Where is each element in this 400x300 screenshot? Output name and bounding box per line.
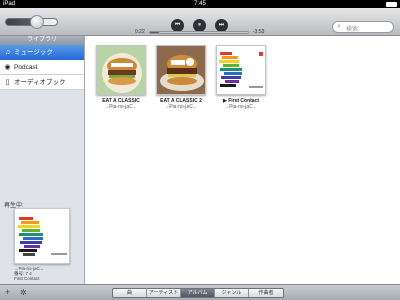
tab-genres[interactable]: ジャンル: [215, 289, 249, 297]
genius-icon: ✲: [20, 288, 27, 297]
elapsed-time: 0:22: [135, 29, 145, 35]
first-contact-cover-image: [217, 46, 265, 94]
track-progress: 0:22 -3:53: [135, 29, 265, 35]
sidebar-item-label: Podcast: [14, 64, 38, 71]
status-bar: iPad 7:45: [0, 0, 400, 8]
now-playing-artwork[interactable]: [14, 208, 70, 264]
battery-icon: [386, 2, 397, 7]
tab-artists[interactable]: アーティスト: [147, 289, 181, 297]
tab-songs[interactable]: 曲: [113, 289, 147, 297]
tab-composers[interactable]: 作曲者: [249, 289, 283, 297]
add-playlist-button[interactable]: +: [5, 287, 10, 298]
library-header: ライブラリ: [0, 36, 84, 45]
volume-slider[interactable]: [5, 15, 60, 29]
sidebar-item-music[interactable]: ♫ ミュージック: [0, 45, 84, 60]
scrubber-bar[interactable]: [149, 31, 249, 34]
bottom-toolbar: + ✲ 曲 アーティスト アルバム ジャンル 作曲者: [0, 284, 400, 300]
sidebar-item-label: ミュージック: [14, 49, 53, 56]
pause-icon: ⏸: [197, 22, 201, 28]
genius-button[interactable]: ✲: [20, 287, 27, 298]
first-contact-artwork-image: [15, 209, 69, 263]
album-grid: EAT A CLASSIC →Pia-no-jaC← EAT A CLASSIC…: [86, 36, 400, 284]
now-playing-info: →Pia-no-jaC← 番号: 7 4 First Contact: [14, 266, 74, 281]
remaining-time: -3:53: [253, 29, 265, 35]
book-icon: ▯: [5, 79, 10, 86]
sidebar-item-audiobooks[interactable]: ▯ オーディオブック: [0, 75, 84, 90]
browse-segmented-control: 曲 アーティスト アルバム ジャンル 作曲者: [112, 288, 284, 298]
search-placeholder: 検索: [346, 27, 359, 33]
volume-knob[interactable]: [30, 15, 44, 29]
podcast-icon: ◉: [4, 64, 11, 71]
album-cover[interactable]: [216, 45, 266, 95]
burger-cover-image: [97, 46, 145, 94]
album-artist: →Pia-no-jaC←: [224, 104, 258, 110]
sidebar: ライブラリ ♫ ミュージック ◉ Podcast ▯ オーディオブック 再生中:…: [0, 36, 85, 284]
burger-cover-image: [157, 46, 205, 94]
album-cover[interactable]: [156, 45, 206, 95]
album-cover[interactable]: [96, 45, 146, 95]
now-playing-album: First Contact: [14, 276, 40, 281]
sidebar-item-podcast[interactable]: ◉ Podcast: [0, 60, 84, 75]
sidebar-item-label: オーディオブック: [14, 79, 66, 86]
tab-albums[interactable]: アルバム: [181, 289, 215, 297]
next-icon: ⏭: [218, 22, 225, 28]
album-item[interactable]: ▶ First Contact →Pia-no-jaC←: [216, 45, 266, 125]
search-field[interactable]: ⌕ 検索: [332, 21, 394, 33]
scrubber-fill: [150, 32, 159, 33]
music-note-icon: ♫: [4, 49, 11, 56]
previous-icon: ⏮: [174, 22, 181, 28]
plus-icon: +: [5, 287, 11, 297]
search-icon: ⌕: [337, 23, 341, 30]
album-item[interactable]: EAT A CLASSIC 2 →Pia-no-jaC←: [156, 45, 206, 125]
clock: 7:45: [194, 1, 206, 7]
album-item[interactable]: EAT A CLASSIC →Pia-no-jaC←: [96, 45, 146, 125]
